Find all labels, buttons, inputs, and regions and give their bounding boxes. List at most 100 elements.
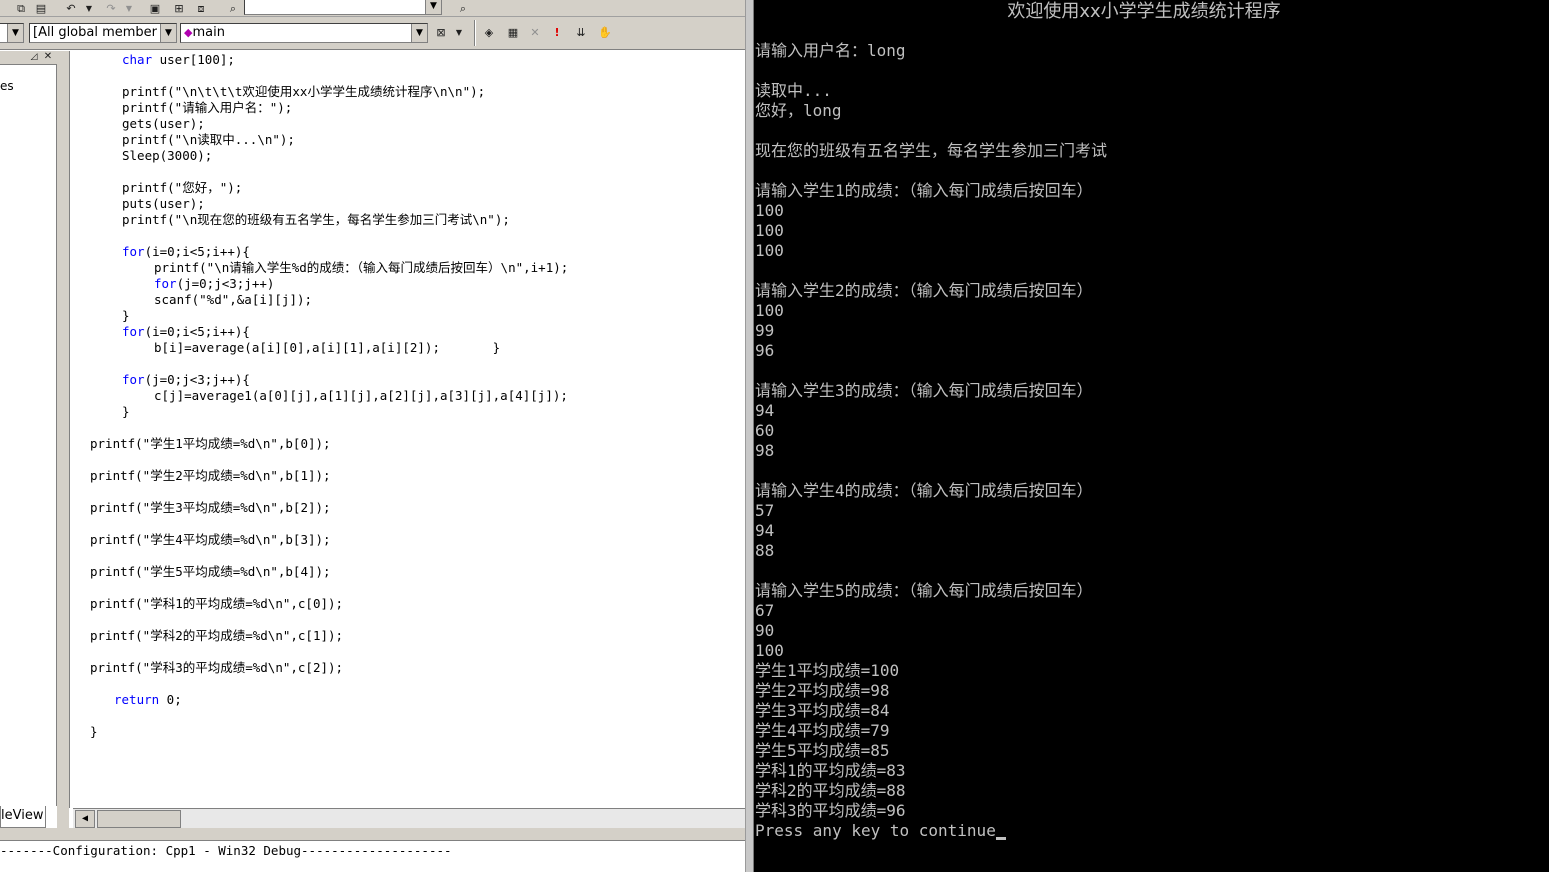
dock-icon[interactable]: ◿ <box>28 51 40 63</box>
execute-icon[interactable]: ! <box>548 25 566 40</box>
scope-combo[interactable]: [All global member ▼ <box>29 23 177 43</box>
code-line: return 0; <box>114 692 182 708</box>
undo-icon[interactable]: ↶ <box>62 1 80 16</box>
scope-combo-dropdown-icon[interactable]: ▼ <box>160 24 176 42</box>
console-line: 100 <box>755 301 784 320</box>
scrollbar-thumb[interactable] <box>97 810 181 828</box>
build-icon[interactable]: ▦ <box>504 25 522 40</box>
code-line: c[j]=average1(a[0][j],a[1][j],a[2][j],a[… <box>154 388 568 404</box>
console-line: 100 <box>755 221 784 240</box>
code-text: printf("\n\t\t\t欢迎使用xx小学学生成绩统计程序\n\n"); <box>122 84 486 99</box>
code-line: printf("您好，"); <box>122 180 242 196</box>
console-line: Press any key to continue <box>755 821 996 840</box>
code-line: for(i=0;i<5;i++){ <box>122 324 250 340</box>
toolbar-separator <box>474 20 476 46</box>
code-line: } <box>122 308 130 324</box>
code-line: Sleep(3000); <box>122 148 212 164</box>
code-text: gets(user); <box>122 116 205 131</box>
console-line: 94 <box>755 521 775 540</box>
code-line: scanf("%d",&a[i][j]); <box>154 292 312 308</box>
code-text: printf("\n读取中...\n"); <box>122 132 295 147</box>
console-line: 96 <box>755 341 775 360</box>
console-line: 67 <box>755 601 775 620</box>
console-line: 请输入用户名：long <box>755 41 906 60</box>
workspace-pane-header: ◿ ✕ <box>0 51 57 65</box>
output-window-icon[interactable]: ⊞ <box>170 1 188 16</box>
editor-horizontal-scrollbar[interactable]: ◀ <box>73 808 745 828</box>
console-line: 学生2平均成绩=98 <box>755 681 890 700</box>
code-text: (i=0;i<5;i++){ <box>144 244 250 259</box>
function-combo[interactable]: ◆main ▼ <box>180 23 428 43</box>
window-list-icon[interactable]: ⧈ <box>192 1 210 16</box>
code-text: printf("学科1的平均成绩=%d\n",c[0]); <box>90 596 344 611</box>
class-combo[interactable]: ▼ <box>0 23 24 43</box>
code-text: printf("\n现在您的班级有五名学生，每名学生参加三门考试\n"); <box>122 212 510 227</box>
code-keyword: for <box>122 324 145 339</box>
find-combo-dropdown-icon[interactable]: ▼ <box>425 0 441 14</box>
code-line: printf("请输入用户名："); <box>122 100 292 116</box>
code-text: printf("您好，"); <box>122 180 243 195</box>
wizardbar-actions-dropdown-icon[interactable]: ▼ <box>450 25 468 40</box>
code-line: for(i=0;i<5;i++){ <box>122 244 250 260</box>
stop-build-icon[interactable]: ✕ <box>526 25 544 40</box>
console-line: 学生4平均成绩=79 <box>755 721 890 740</box>
find-in-files-icon[interactable]: ⌕ <box>224 1 242 16</box>
console-line: 60 <box>755 421 775 440</box>
console-window[interactable]: 欢迎使用xx小学学生成绩统计程序 请输入用户名：long 读取中... 您好，lon… <box>754 0 1549 872</box>
find-combo[interactable]: ▼ <box>244 0 442 15</box>
code-line: gets(user); <box>122 116 205 132</box>
workspace-tree-label[interactable]: es <box>0 79 14 93</box>
code-text: printf("学生1平均成绩=%d\n",b[0]); <box>90 436 331 451</box>
code-line: puts(user); <box>122 196 205 212</box>
console-line: 学科2的平均成绩=88 <box>755 781 906 800</box>
pane-splitter[interactable] <box>0 828 745 840</box>
go-icon[interactable]: ⇊ <box>572 25 590 40</box>
console-line: 现在您的班级有五名学生，每名学生参加三门考试 <box>755 141 1108 160</box>
redo-icon[interactable]: ↷ <box>102 1 120 16</box>
wizardbar-toolbar: ▼ [All global member ▼ ◆main ▼ ⊠ ▼ ◈ ▦ ✕… <box>0 17 745 50</box>
paste-icon[interactable]: ▤ <box>32 1 50 16</box>
console-line: 100 <box>755 201 784 220</box>
console-line: 90 <box>755 621 775 640</box>
code-text: scanf("%d",&a[i][j]); <box>154 292 313 307</box>
code-text: (i=0;i<5;i++){ <box>144 324 250 339</box>
code-line: for(j=0;j<3;j++){ <box>122 372 250 388</box>
wizardbar-actions-icon[interactable]: ⊠ <box>432 25 450 40</box>
console-line: 94 <box>755 401 775 420</box>
build-output-line: -------Configuration: Cpp1 - Win32 Debug… <box>0 843 452 858</box>
console-line: 您好，long <box>755 101 842 120</box>
console-line: 100 <box>755 241 784 260</box>
console-cursor <box>996 837 1006 840</box>
code-text: user[100]; <box>152 52 235 67</box>
code-text: } <box>90 724 98 739</box>
compile-icon[interactable]: ◈ <box>480 25 498 40</box>
redo-dropdown-icon[interactable]: ▼ <box>120 1 138 16</box>
copy-icon[interactable]: ⧉ <box>12 1 30 16</box>
class-combo-dropdown-icon[interactable]: ▼ <box>7 24 23 42</box>
ide-window: ⧉ ▤ ↶ ▼ ↷ ▼ ▣ ⊞ ⧈ ⌕ ▼ ⌕ ▼ [All global me… <box>0 0 745 872</box>
code-line: printf("学生4平均成绩=%d\n",b[3]); <box>90 532 331 548</box>
code-text: puts(user); <box>122 196 205 211</box>
workspace-icon[interactable]: ▣ <box>146 1 164 16</box>
code-editor[interactable]: char user[100]; printf("\n\t\t\t欢迎使用xx小学学… <box>69 51 745 808</box>
workspace-pane: ◿ ✕ es <box>0 51 57 806</box>
code-keyword: for <box>154 276 177 291</box>
breakpoint-hand-icon[interactable]: ✋ <box>596 25 614 40</box>
code-line: printf("\n读取中...\n"); <box>122 132 295 148</box>
code-line: printf("\n现在您的班级有五名学生，每名学生参加三门考试\n"); <box>122 212 510 228</box>
code-text: (j=0;j<3;j++) <box>176 276 275 291</box>
undo-dropdown-icon[interactable]: ▼ <box>80 1 98 16</box>
find-icon[interactable]: ⌕ <box>454 1 472 16</box>
scroll-left-arrow-icon[interactable]: ◀ <box>75 810 95 828</box>
console-line: 99 <box>755 321 775 340</box>
code-text: printf("学生5平均成绩=%d\n",b[4]); <box>90 564 331 579</box>
code-text: printf("学科3的平均成绩=%d\n",c[2]); <box>90 660 344 675</box>
console-line: 请输入学生2的成绩：（输入每门成绩后按回车） <box>755 281 1093 300</box>
console-line: 88 <box>755 541 775 560</box>
function-combo-dropdown-icon[interactable]: ▼ <box>411 24 427 42</box>
close-pane-icon[interactable]: ✕ <box>42 51 54 63</box>
fileview-tab[interactable]: leView <box>0 806 46 828</box>
code-line: printf("\n\t\t\t欢迎使用xx小学学生成绩统计程序\n\n"); <box>122 84 485 100</box>
code-keyword: for <box>122 372 145 387</box>
code-line: printf("学科3的平均成绩=%d\n",c[2]); <box>90 660 343 676</box>
